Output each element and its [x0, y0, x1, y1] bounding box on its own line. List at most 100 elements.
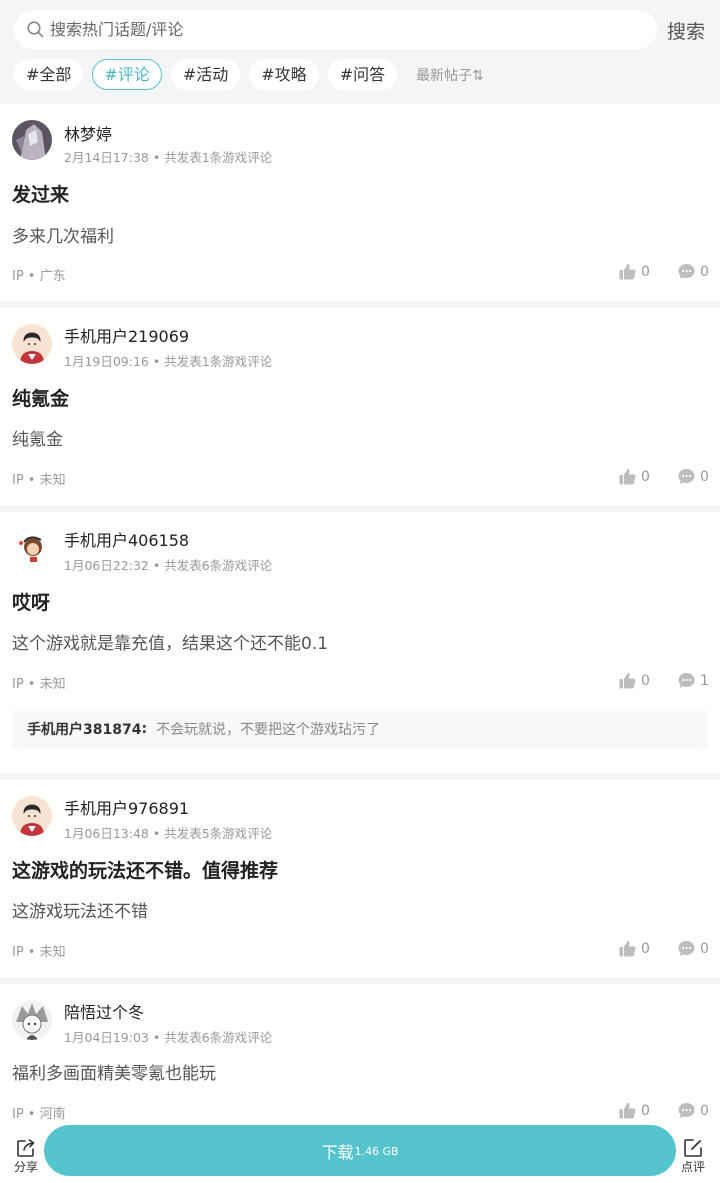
post-meta: 1月04日19:03 • 共发表6条游戏评论 — [64, 1030, 273, 1045]
topic-tabs: #全部 #评论 #活动 #攻略 #问答 最新帖子⇅ — [14, 59, 484, 90]
post-count: 共发表1条游戏评论 — [164, 150, 273, 165]
username[interactable]: 林梦婷 — [64, 121, 112, 145]
comment-count: 0 — [700, 263, 709, 280]
comment-count: 0 — [700, 940, 709, 957]
comment-button[interactable]: 0 — [678, 940, 709, 957]
search-input[interactable] — [50, 20, 610, 39]
ip-location: IP • 未知 — [12, 945, 66, 960]
post-count: 共发表5条游戏评论 — [164, 826, 273, 841]
divider — [0, 773, 720, 780]
post-card[interactable]: 林梦婷 2月14日17:38 • 共发表1条游戏评论 发过来 多来几次福利 IP… — [0, 104, 720, 301]
post-count: 共发表1条游戏评论 — [164, 354, 273, 369]
username[interactable]: 手机用户219069 — [64, 323, 189, 347]
username[interactable]: 陪悟过个冬 — [64, 999, 144, 1023]
review-label: 点评 — [680, 1160, 705, 1174]
bottom-action-bar: 分享 下载 1.46 GB 点评 — [0, 1120, 720, 1183]
thumbs-up-icon — [619, 672, 636, 689]
share-button[interactable]: 分享 — [11, 1138, 41, 1175]
comment-bubble-icon — [678, 264, 695, 279]
post-date: 1月06日22:32 — [64, 558, 149, 573]
download-size: 1.46 GB — [354, 1145, 399, 1158]
reply-text: 不会玩就说，不要把这个游戏玷污了 — [156, 722, 381, 738]
post-title: 发过来 — [12, 184, 70, 206]
post-card[interactable]: 手机用户976891 1月06日13:48 • 共发表5条游戏评论 这游戏的玩法… — [0, 780, 720, 977]
thumbs-up-icon — [619, 468, 636, 485]
avatar[interactable] — [12, 796, 52, 836]
comment-bubble-icon — [678, 469, 695, 484]
tab-qa[interactable]: #问答 — [327, 59, 398, 90]
thumbs-up-icon — [619, 1102, 636, 1119]
comment-button[interactable]: 1 — [678, 672, 709, 689]
like-button[interactable]: 0 — [619, 672, 650, 689]
divider — [0, 977, 720, 984]
divider — [0, 505, 720, 512]
comment-count: 1 — [700, 672, 709, 689]
thumbs-up-icon — [619, 263, 636, 280]
username[interactable]: 手机用户406158 — [64, 527, 189, 551]
avatar[interactable] — [12, 120, 52, 160]
download-label: 下载 — [321, 1142, 354, 1162]
tab-activities[interactable]: #活动 — [170, 59, 241, 90]
like-button[interactable]: 0 — [619, 1102, 650, 1119]
avatar[interactable] — [12, 1000, 52, 1040]
sort-dropdown[interactable]: 最新帖子⇅ — [416, 65, 484, 85]
post-meta: 2月14日17:38 • 共发表1条游戏评论 — [64, 150, 273, 165]
like-count: 0 — [641, 940, 650, 957]
search-button[interactable]: 搜索 — [667, 17, 705, 44]
like-button[interactable]: 0 — [619, 468, 650, 485]
tab-guides[interactable]: #攻略 — [249, 59, 319, 90]
tab-all[interactable]: #全部 — [14, 59, 84, 90]
download-button[interactable]: 下载 1.46 GB — [44, 1125, 676, 1176]
thumbs-up-icon — [619, 940, 636, 957]
edit-icon — [684, 1139, 702, 1157]
search-icon — [27, 21, 44, 38]
like-count: 0 — [641, 468, 650, 485]
like-count: 0 — [641, 263, 650, 280]
ip-location: IP • 广东 — [12, 269, 66, 284]
reply-username[interactable]: 手机用户381874 — [27, 719, 141, 739]
like-button[interactable]: 0 — [619, 263, 650, 280]
post-content: 这个游戏就是靠充值，结果这个还不能0.1 — [12, 634, 329, 654]
avatar[interactable] — [12, 528, 52, 568]
comment-count: 0 — [700, 468, 709, 485]
comment-button[interactable]: 0 — [678, 468, 709, 485]
search-bar[interactable] — [14, 10, 657, 49]
post-title: 哎呀 — [12, 592, 51, 614]
post-count: 共发表6条游戏评论 — [164, 558, 273, 573]
post-content: 福利多画面精美零氪也能玩 — [12, 1064, 216, 1084]
divider — [0, 301, 720, 308]
like-button[interactable]: 0 — [619, 940, 650, 957]
reply-separator: : — [141, 721, 148, 737]
like-count: 0 — [641, 1102, 650, 1119]
tab-comments[interactable]: #评论 — [92, 59, 162, 90]
post-card[interactable]: 手机用户219069 1月19日09:16 • 共发表1条游戏评论 纯氪金 纯氪… — [0, 308, 720, 505]
share-label: 分享 — [13, 1160, 38, 1174]
post-content: 多来几次福利 — [12, 227, 114, 247]
comment-button[interactable]: 0 — [678, 1102, 709, 1119]
post-date: 1月04日19:03 — [64, 1030, 149, 1045]
post-meta: 1月06日22:32 • 共发表6条游戏评论 — [64, 558, 273, 573]
post-content: 这游戏玩法还不错 — [12, 902, 148, 922]
username[interactable]: 手机用户976891 — [64, 795, 189, 819]
comment-button[interactable]: 0 — [678, 263, 709, 280]
share-icon — [17, 1139, 35, 1157]
comment-count: 0 — [700, 1102, 709, 1119]
post-meta: 1月06日13:48 • 共发表5条游戏评论 — [64, 826, 273, 841]
reply-preview[interactable]: 手机用户381874 : 不会玩就说，不要把这个游戏玷污了 — [12, 709, 708, 749]
post-title: 纯氪金 — [12, 388, 70, 410]
post-date: 1月19日09:16 — [64, 354, 149, 369]
ip-location: IP • 未知 — [12, 473, 66, 488]
comment-bubble-icon — [678, 1103, 695, 1118]
post-card[interactable]: 手机用户406158 1月06日22:32 • 共发表6条游戏评论 哎呀 这个游… — [0, 512, 720, 773]
post-content: 纯氪金 — [12, 430, 63, 450]
post-date: 2月14日17:38 — [64, 150, 149, 165]
ip-location: IP • 未知 — [12, 677, 66, 692]
avatar[interactable] — [12, 324, 52, 364]
review-button[interactable]: 点评 — [678, 1138, 708, 1175]
post-title: 这游戏的玩法还不错。值得推荐 — [12, 860, 279, 882]
post-date: 1月06日13:48 — [64, 826, 149, 841]
header: 搜索 #全部 #评论 #活动 #攻略 #问答 最新帖子⇅ — [0, 0, 720, 104]
post-count: 共发表6条游戏评论 — [164, 1030, 273, 1045]
comment-bubble-icon — [678, 673, 695, 688]
comment-bubble-icon — [678, 941, 695, 956]
